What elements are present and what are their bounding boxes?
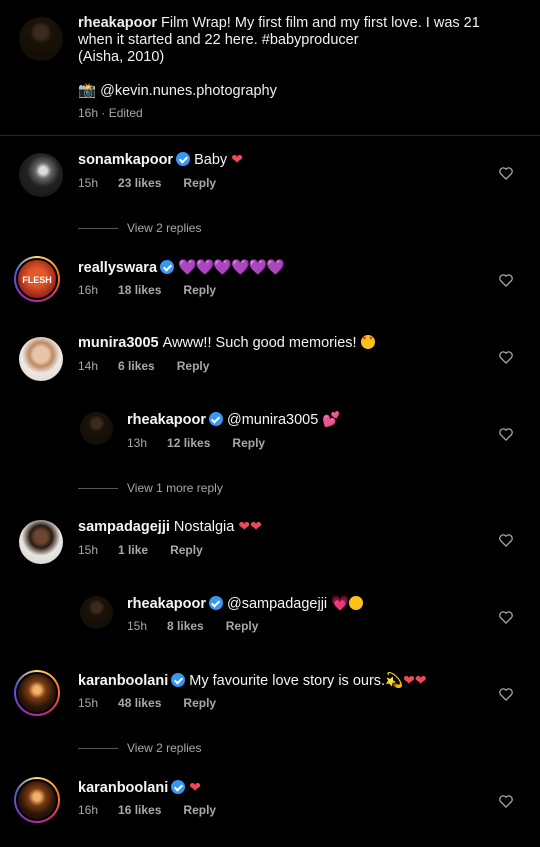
caption-meta: 16h · Edited <box>78 106 143 120</box>
verified-badge-icon <box>171 673 186 687</box>
comment-time: 15h <box>127 619 148 633</box>
reply-button[interactable]: Reply <box>183 176 216 190</box>
red-heart-emoji: ❤ <box>231 151 243 167</box>
avatar-logo-text: FLESH <box>22 275 52 285</box>
comment-username[interactable]: munira3005 <box>78 335 159 351</box>
heart-emoji: 💗 <box>331 596 350 612</box>
heart-outline-icon[interactable] <box>498 427 514 441</box>
edited-label: Edited <box>108 106 143 120</box>
comment-username[interactable]: rheakapoor <box>127 412 206 428</box>
comment-likes[interactable]: 8 likes <box>167 619 204 633</box>
story-ring[interactable] <box>14 670 60 716</box>
view-replies-button[interactable]: View 2 replies <box>78 221 201 235</box>
avatar[interactable] <box>16 779 58 821</box>
comment-text: Nostalgia <box>173 519 235 535</box>
comment-likes[interactable]: 6 likes <box>118 359 155 373</box>
comment-text: My favourite love story is ours. <box>189 673 386 689</box>
story-ring[interactable] <box>14 777 60 823</box>
caption-time: 16h <box>78 106 99 120</box>
caption-body-line2: (Aisha, 2010) <box>78 49 165 65</box>
reply-button[interactable]: Reply <box>177 359 210 373</box>
reply-button[interactable]: Reply <box>170 543 203 557</box>
comment-likes[interactable]: 16 likes <box>118 803 161 817</box>
heart-outline-icon[interactable] <box>498 350 514 364</box>
avatar[interactable] <box>19 520 63 564</box>
comment-text: Baby <box>194 152 228 168</box>
comment-text[interactable]: @munira3005 <box>227 412 318 428</box>
comment-time: 15h <box>78 176 99 190</box>
heart-outline-icon[interactable] <box>498 794 514 808</box>
photographer-mention[interactable]: @kevin.nunes.photography <box>100 83 277 99</box>
view-replies-label: View 1 more reply <box>127 481 223 495</box>
comment-likes[interactable]: 1 like <box>118 543 148 557</box>
comment-username[interactable]: karanboolani <box>78 780 168 796</box>
heart-eyes-emoji <box>360 335 375 349</box>
comment-likes[interactable]: 18 likes <box>118 283 161 297</box>
camera-icon: 📸 <box>78 83 97 99</box>
avatar[interactable] <box>19 17 63 61</box>
comment-time: 15h <box>78 696 99 710</box>
heart-outline-icon[interactable] <box>498 533 514 547</box>
comment-text[interactable]: @sampadagejji <box>227 596 327 612</box>
comment-username[interactable]: karanboolani <box>78 673 168 689</box>
comment-username[interactable]: sampadagejji <box>78 519 170 535</box>
view-replies-label: View 2 replies <box>127 741 202 755</box>
comment-time: 13h <box>127 436 148 450</box>
comment-likes[interactable]: 12 likes <box>167 436 210 450</box>
grinning-face-emoji <box>349 596 364 610</box>
view-more-replies-button[interactable]: View 1 more reply <box>78 481 223 495</box>
reply-button[interactable]: Reply <box>183 283 216 297</box>
comment-text: Awww!! Such good memories! <box>162 335 357 351</box>
verified-badge-icon <box>160 260 175 274</box>
reply-button[interactable]: Reply <box>183 696 216 710</box>
verified-badge-icon <box>176 152 191 166</box>
view-replies-button[interactable]: View 2 replies <box>78 741 201 755</box>
purple-hearts-emoji: 💜💜💜💜💜💜 <box>178 259 285 276</box>
avatar[interactable]: FLESH <box>16 258 58 300</box>
caption-text: rheakapoor Film Wrap! My first film and … <box>78 15 518 66</box>
comment-time: 16h <box>78 803 99 817</box>
comment-username[interactable]: rheakapoor <box>127 596 206 612</box>
comment-username[interactable]: sonamkapoor <box>78 152 173 168</box>
reply-button[interactable]: Reply <box>183 803 216 817</box>
post-caption: rheakapoor Film Wrap! My first film and … <box>0 0 540 136</box>
view-replies-label: View 2 replies <box>127 221 202 235</box>
caption-credit: 📸 @kevin.nunes.photography <box>78 82 277 99</box>
comment-likes[interactable]: 48 likes <box>118 696 161 710</box>
heart-outline-icon[interactable] <box>498 166 514 180</box>
divider <box>78 228 118 230</box>
two-hearts-emoji: 💕 <box>322 412 341 428</box>
caption-username[interactable]: rheakapoor <box>78 15 157 31</box>
reply-button[interactable]: Reply <box>232 436 265 450</box>
reply-button[interactable]: Reply <box>226 619 259 633</box>
red-hearts-emoji: ❤❤ <box>238 518 262 534</box>
avatar[interactable] <box>16 672 58 714</box>
avatar[interactable] <box>80 412 113 445</box>
red-hearts-emoji: ❤❤ <box>403 672 427 688</box>
divider <box>78 748 118 750</box>
comment-time: 15h <box>78 543 99 557</box>
comment-time: 14h <box>78 359 99 373</box>
divider <box>78 488 118 490</box>
avatar[interactable] <box>19 153 63 197</box>
comment-time: 16h <box>78 283 99 297</box>
sparkles-emoji: 💫 <box>385 673 404 689</box>
verified-badge-icon <box>171 780 186 794</box>
avatar[interactable] <box>80 596 113 629</box>
red-heart-emoji: ❤ <box>189 779 202 795</box>
comment-likes[interactable]: 23 likes <box>118 176 161 190</box>
heart-outline-icon[interactable] <box>498 610 514 624</box>
heart-outline-icon[interactable] <box>498 687 514 701</box>
comment-username[interactable]: reallyswara <box>78 260 157 276</box>
story-ring[interactable]: FLESH <box>14 256 60 302</box>
verified-badge-icon <box>208 412 223 426</box>
verified-badge-icon <box>208 596 223 610</box>
heart-outline-icon[interactable] <box>498 273 514 287</box>
avatar[interactable] <box>19 337 63 381</box>
